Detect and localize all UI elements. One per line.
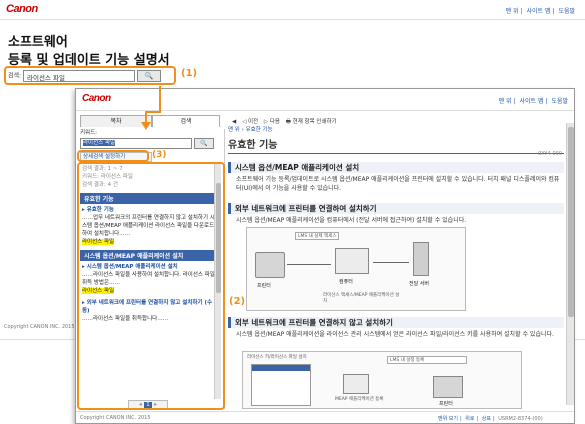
keyword-search-button[interactable]: 🔍 [193, 138, 214, 149]
section-heading: 외부 네트워크에 프린터를 연결하여 설치하기 [228, 203, 564, 214]
printer-icon [255, 252, 285, 278]
computer-label: 컴퓨터 [339, 279, 353, 285]
connector-arrow [141, 86, 161, 130]
link-top[interactable]: 맨 위 [506, 8, 519, 15]
footer-link-top[interactable]: 맨위 보기 [438, 416, 458, 422]
callout-label-2: (2) [229, 296, 246, 307]
server-icon [413, 242, 429, 276]
diagram-online: 프린터 컴퓨터 전달 서버 LMS 내 실제 액세스 라이선스 액세스/MEAP… [246, 227, 466, 311]
section-text: 소프트웨어 기능 등록/업데이트로 시스템 옵션/MEAP 애플리케이션을 프린… [236, 176, 560, 192]
footer-link-up[interactable]: 위로 [465, 416, 474, 422]
title-line1: 소프트웨어 [8, 35, 68, 50]
page-title: 소프트웨어 등록 및 업데이트 기능 설명서 [8, 34, 170, 70]
content-pane: 맨 위 › 유효한 기능 유효한 기능 0YY4-000 시스템 옵션/MEAP… [228, 123, 564, 409]
callout-box-3 [77, 150, 149, 162]
computer-icon [335, 248, 369, 274]
server-label: 전달 서버 [409, 281, 429, 287]
front-top-links: 맨 위 | 사이트 맵 | 도움말 [498, 98, 568, 105]
callout-label-1: (1) [181, 68, 198, 79]
arrow-line [373, 262, 409, 263]
arrow-path [145, 86, 161, 126]
section-heading: 시스템 옵션/MEAP 애플리케이션 설치 [228, 162, 564, 173]
computer-icon [343, 374, 369, 394]
link-sitemap[interactable]: 사이트 맵 [520, 98, 544, 105]
footer-code: USRM2-8374-(00) [498, 416, 543, 422]
content-scrollbar[interactable] [566, 123, 574, 405]
back-top-links: 맨 위 | 사이트 맵 | 도움말 [505, 8, 575, 15]
printer-label: 프린터 [439, 401, 453, 407]
canon-logo: Canon [6, 3, 38, 15]
section-text: 시스템 옵션/MEAP 애플리케이션을 컴퓨터에서 (전달 서버에 접근하여) … [236, 217, 467, 224]
arrow-head [141, 122, 151, 130]
back-top-bar: Canon 맨 위 | 사이트 맵 | 도움말 [0, 0, 585, 20]
diagram-label: 라이선스 키/라이선스 파일 설치 [247, 355, 307, 360]
breadcrumb[interactable]: 맨 위 › 유효한 기능 [228, 125, 273, 133]
screenshot-thumbnail [251, 364, 311, 406]
callout-label-3: (3) [152, 150, 167, 160]
keyword-value: 라이선스 파일 [83, 140, 116, 146]
footer-link-trademark[interactable]: 상표 [482, 416, 491, 422]
footer-copyright: Copyright CANON INC. 2015 [80, 415, 151, 421]
link-help[interactable]: 도움말 [558, 8, 575, 15]
printer-label: 프린터 [257, 283, 271, 289]
section-text: 시스템 옵션/MEAP 애플리케이션을 라이선스 관리 시스템에서 얻은 라이선… [236, 331, 554, 338]
page-code: 0YY4-000 [538, 151, 562, 157]
link-top[interactable]: 맨 위 [499, 98, 512, 105]
callout-box-2 [77, 162, 225, 410]
footer: Copyright CANON INC. 2015 맨위 보기 | 위로 | 상표 |… [76, 411, 574, 424]
diagram-arrow-label: 라이선스 액세스/MEAP 애플리케이션 설치 [323, 293, 400, 304]
diagram-label: LMS 내 설정 등록 [387, 356, 467, 364]
arrow-line [287, 264, 331, 265]
diagram-arrow-label: LMS 내 실제 액세스 [295, 232, 340, 240]
back-copyright: Copyright CANON INC. 2015 [4, 324, 75, 330]
callout-box-1 [4, 66, 176, 85]
keyword-input[interactable]: 라이선스 파일 [80, 138, 192, 149]
link-help[interactable]: 도움말 [551, 98, 568, 105]
thumbnail-header [252, 365, 310, 371]
scroll-thumb[interactable] [568, 127, 574, 317]
content-title: 유효한 기능 [228, 136, 564, 154]
footer-links: 맨위 보기 | 위로 | 상표 | USRM2-8374-(00) [438, 416, 543, 422]
printer-icon [433, 376, 463, 398]
canon-logo: Canon [82, 93, 111, 104]
search-icon: 🔍 [200, 140, 208, 147]
section-heading: 외부 네트워크에 프린터를 연결하지 않고 설치하기 [228, 317, 564, 328]
diagram-offline: 라이선스 키/라이선스 파일 설치 LMS 내 설정 등록 MEAP 애플리케이… [242, 351, 522, 409]
diagram-label: MEAP 애플리케이션 등록 [335, 397, 384, 402]
link-sitemap[interactable]: 사이트 맵 [527, 8, 551, 15]
